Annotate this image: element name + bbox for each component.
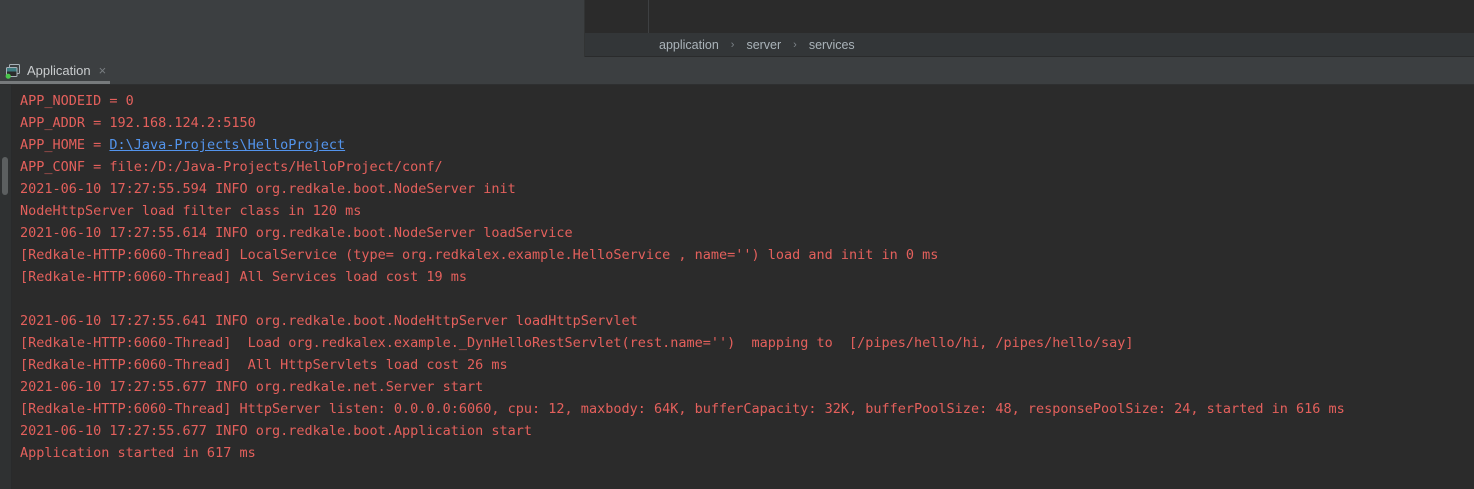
chevron-right-icon: › — [793, 39, 797, 51]
console-line: Application started in 617 ms — [20, 442, 1470, 464]
console-line: [Redkale-HTTP:6060-Thread] LocalService … — [20, 244, 1470, 266]
run-tab-bar: Application × — [0, 57, 1474, 85]
breadcrumb-item-server[interactable]: server — [744, 38, 783, 52]
ide-window: application › server › services Applicat… — [0, 0, 1474, 489]
run-console-icon — [5, 63, 21, 79]
breadcrumb-item-services[interactable]: services — [807, 38, 857, 52]
console-line: 2021-06-10 17:27:55.594 INFO org.redkale… — [20, 178, 1470, 200]
file-path-link[interactable]: D:\Java-Projects\HelloProject — [109, 137, 345, 153]
console-line: APP_CONF = file:/D:/Java-Projects/HelloP… — [20, 156, 1470, 178]
breadcrumb: application › server › services — [585, 33, 1474, 57]
breadcrumb-item-application[interactable]: application — [657, 38, 721, 52]
editor-divider — [648, 0, 649, 33]
console-line: NodeHttpServer load filter class in 120 … — [20, 200, 1470, 222]
tab-title: Application — [27, 63, 91, 78]
scrollbar-thumb[interactable] — [2, 157, 8, 195]
chevron-right-icon: › — [731, 39, 735, 51]
tab-application[interactable]: Application × — [0, 57, 116, 84]
console-line: APP_NODEID = 0 — [20, 90, 1470, 112]
console-line-blank — [20, 288, 1470, 310]
console-line: 2021-06-10 17:27:55.614 INFO org.redkale… — [20, 222, 1470, 244]
console-line: [Redkale-HTTP:6060-Thread] HttpServer li… — [20, 398, 1470, 420]
console-scrollbar — [0, 85, 12, 489]
console-line: [Redkale-HTTP:6060-Thread] All Services … — [20, 266, 1470, 288]
close-icon[interactable]: × — [97, 63, 109, 78]
console-line: [Redkale-HTTP:6060-Thread] All HttpServl… — [20, 354, 1470, 376]
console-line: APP_ADDR = 192.168.124.2:5150 — [20, 112, 1470, 134]
console-line: 2021-06-10 17:27:55.677 INFO org.redkale… — [20, 376, 1470, 398]
console-line: 2021-06-10 17:27:55.677 INFO org.redkale… — [20, 420, 1470, 442]
run-console: APP_NODEID = 0 APP_ADDR = 192.168.124.2:… — [0, 85, 1474, 489]
console-line: [Redkale-HTTP:6060-Thread] Load org.redk… — [20, 332, 1470, 354]
console-line: 2021-06-10 17:27:55.641 INFO org.redkale… — [20, 310, 1470, 332]
console-output[interactable]: APP_NODEID = 0 APP_ADDR = 192.168.124.2:… — [12, 85, 1474, 489]
top-row: application › server › services — [0, 0, 1474, 57]
console-line-prefix: APP_HOME = — [20, 137, 109, 153]
console-line: APP_HOME = D:\Java-Projects\HelloProject — [20, 134, 1470, 156]
editor-area: application › server › services — [585, 0, 1474, 57]
tool-window-header-empty — [0, 0, 585, 57]
editor-strip — [585, 0, 1474, 33]
tab-active-underline — [0, 81, 110, 84]
